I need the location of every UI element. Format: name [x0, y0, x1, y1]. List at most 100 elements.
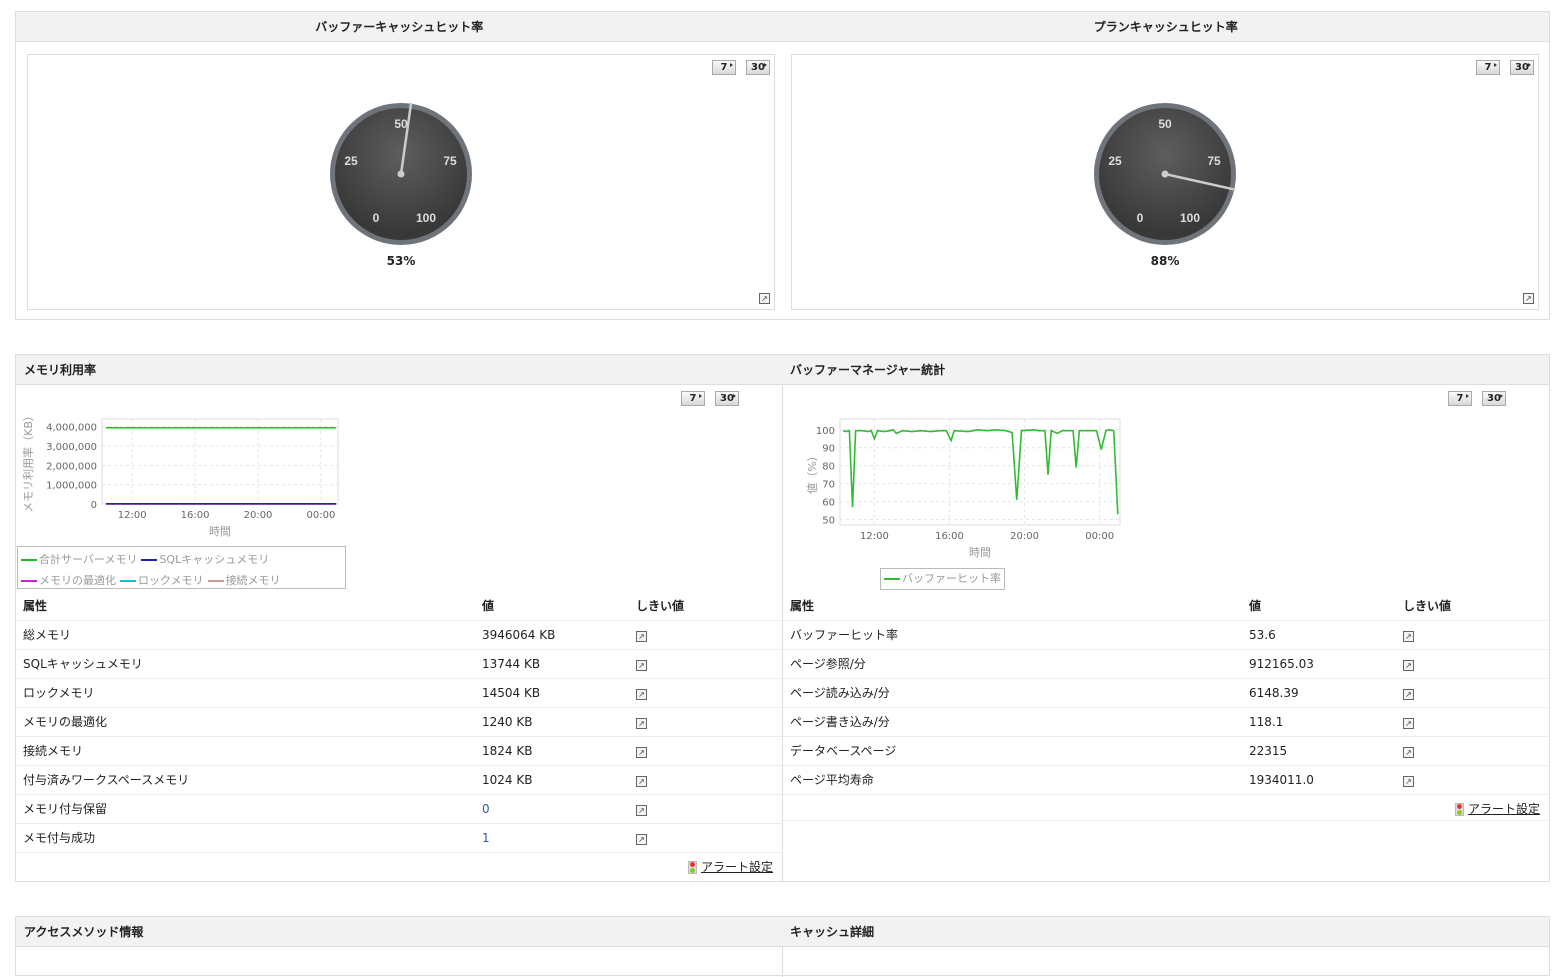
attribute-name: ページ参照/分 — [783, 649, 1242, 679]
column-header: 値 — [1242, 591, 1396, 621]
memory-usage-chart: 12:00 16:00 20:00 00:00 0 1,000,000 2,000,000 3… — [21, 410, 339, 538]
30-day-button[interactable]: 30 — [1482, 391, 1506, 406]
gauge-dial: 0 25 50 75 100 — [1094, 103, 1236, 245]
threshold-settings-icon[interactable]: ↗ — [636, 746, 647, 758]
alert-label: アラート設定 — [1468, 802, 1541, 816]
7-day-button[interactable]: 7 — [1448, 391, 1472, 406]
buffer-alert-settings-link[interactable]: アラート設定 — [1455, 800, 1540, 817]
legend-item[interactable]: 合計サーバーメモリ — [21, 553, 137, 566]
threshold-settings-icon[interactable]: ↗ — [636, 804, 647, 816]
7-day-button[interactable]: 7 — [712, 60, 736, 75]
7-day-button[interactable]: 7 — [681, 391, 705, 406]
threshold-settings-icon[interactable]: ↗ — [636, 833, 647, 845]
attribute-name: ロックメモリ — [16, 678, 475, 708]
y-tick-label: 2,000,000 — [46, 461, 97, 472]
panel-header: バッファーキャッシュヒット率 プランキャッシュヒット率 — [16, 12, 1549, 42]
memory-alert-settings-link[interactable]: アラート設定 — [688, 858, 773, 875]
gauge-tick-label: 75 — [443, 154, 457, 168]
memory-chart-legend: 合計サーバーメモリ SQLキャッシュメモリメモリの最適化 ロックメモリ 接続メモリ — [17, 546, 346, 589]
threshold-settings-icon[interactable]: ↗ — [636, 630, 647, 642]
table-row: メモリ付与保留 0 ↗ — [16, 794, 782, 824]
cache-detail-title: キャッシュ詳細 — [790, 925, 875, 939]
column-header: しきい値 — [629, 591, 782, 621]
x-tick-label: 12:00 — [860, 531, 889, 542]
memory-buffer-panel: メモリ利用率 バッファーマネージャー統計 7 30 7 30 12:00 16:0… — [15, 354, 1550, 882]
attribute-name: メモリの最適化 — [16, 707, 475, 737]
external-link-icon[interactable]: ↗ — [1523, 293, 1534, 304]
x-tick-label: 00:00 — [1085, 531, 1114, 542]
panel-header: アクセスメソッド情報 キャッシュ詳細 — [16, 917, 1549, 947]
attribute-value[interactable]: 0 — [475, 794, 629, 824]
attribute-name: 接続メモリ — [16, 736, 475, 766]
7-day-button[interactable]: 7 — [1476, 60, 1500, 75]
y-axis-label: 値（%） — [806, 450, 819, 493]
legend-item[interactable]: SQLキャッシュメモリ — [141, 553, 269, 566]
threshold-settings-icon[interactable]: ↗ — [636, 717, 647, 729]
threshold-settings-icon[interactable]: ↗ — [1403, 775, 1414, 787]
table-row: データベースページ 22315 ↗ — [783, 736, 1550, 766]
gauge-title: バッファーキャッシュヒット率 — [315, 20, 484, 34]
attribute-value: 3946064 KB — [475, 620, 629, 650]
attribute-name: メモリ付与保留 — [16, 794, 475, 824]
gauge-tick-label: 50 — [394, 117, 408, 131]
column-header: 属性 — [783, 591, 1242, 621]
attribute-value[interactable]: 1 — [475, 823, 629, 853]
gauge-dial: 0 25 50 75 100 — [330, 102, 472, 245]
30-day-button[interactable]: 30 — [1510, 60, 1534, 75]
attribute-value: 1240 KB — [475, 707, 629, 737]
buffer-title: バッファーマネージャー統計 — [790, 363, 946, 377]
gauge-tick-label: 50 — [1158, 117, 1172, 131]
attribute-value: 1934011.0 — [1242, 765, 1396, 795]
y-tick-label: 70 — [822, 480, 835, 491]
threshold-settings-icon[interactable]: ↗ — [636, 775, 647, 787]
legend-item[interactable]: バッファーヒット率 — [884, 572, 1001, 585]
table-row: 付与済みワークスペースメモリ 1024 KB ↗ — [16, 765, 782, 795]
gauge-tick-label: 0 — [1137, 211, 1144, 225]
threshold-settings-icon[interactable]: ↗ — [1403, 746, 1414, 758]
attribute-value: 13744 KB — [475, 649, 629, 679]
x-tick-label: 16:00 — [181, 510, 210, 521]
y-tick-label: 90 — [822, 444, 835, 455]
buffer-attributes-table: 属性値しきい値 バッファーヒット率 53.6 ↗ ページ参照/分 912165.03 ↗ ペー… — [783, 591, 1550, 795]
legend-item[interactable]: メモリの最適化 — [21, 574, 116, 587]
gauge-value: 88% — [1150, 254, 1180, 268]
threshold-settings-icon[interactable]: ↗ — [1403, 688, 1414, 700]
table-header-row: 属性値しきい値 — [16, 591, 782, 621]
legend-item[interactable]: ロックメモリ — [120, 574, 204, 587]
column-header: 値 — [475, 591, 629, 621]
y-tick-label: 4,000,000 — [46, 423, 97, 434]
gauge-tick-label: 25 — [344, 154, 358, 168]
attribute-value: 6148.39 — [1242, 678, 1396, 708]
y-axis-label: メモリ利用率（KB） — [21, 410, 35, 513]
threshold-settings-icon[interactable]: ↗ — [1403, 630, 1414, 642]
table-row: SQLキャッシュメモリ 13744 KB ↗ — [16, 649, 782, 679]
threshold-settings-icon[interactable]: ↗ — [636, 659, 647, 671]
alert-label: アラート設定 — [701, 860, 774, 874]
x-axis-label: 時間 — [209, 525, 231, 538]
30-day-button[interactable]: 30 — [715, 391, 739, 406]
x-axis-label: 時間 — [969, 546, 991, 559]
gauge-tick-label: 25 — [1108, 154, 1122, 168]
plot-area — [101, 418, 339, 505]
30-day-button[interactable]: 30 — [746, 60, 770, 75]
plan-cache-gauge-widget: 7 30 ↗ 88% 0 25 50 75 100 — [791, 54, 1539, 310]
x-tick-label: 00:00 — [307, 510, 336, 521]
table-row: ページ書き込み/分 118.1 ↗ — [783, 707, 1550, 737]
legend-item[interactable]: 接続メモリ — [207, 574, 281, 587]
column-header: しきい値 — [1396, 591, 1550, 621]
column-header: 属性 — [16, 591, 475, 621]
threshold-settings-icon[interactable]: ↗ — [1403, 717, 1414, 729]
y-tick-label: 3,000,000 — [46, 442, 97, 453]
external-link-icon[interactable]: ↗ — [759, 293, 770, 304]
gauge-needle-hub — [1161, 170, 1169, 178]
table-row: ページ平均寿命 1934011.0 ↗ — [783, 765, 1550, 795]
table-row: メモ付与成功 1 ↗ — [16, 823, 782, 853]
threshold-settings-icon[interactable]: ↗ — [636, 688, 647, 700]
memory-attributes-table: 属性値しきい値 総メモリ 3946064 KB ↗ SQLキャッシュメモリ 13744 K… — [16, 591, 782, 853]
attribute-name: ページ平均寿命 — [783, 765, 1242, 795]
table-row: ロックメモリ 14504 KB ↗ — [16, 678, 782, 708]
table-row: 総メモリ 3946064 KB ↗ — [16, 620, 782, 650]
gauge-value: 53% — [386, 254, 416, 268]
gauge-needle-hub — [397, 170, 405, 178]
threshold-settings-icon[interactable]: ↗ — [1403, 659, 1414, 671]
